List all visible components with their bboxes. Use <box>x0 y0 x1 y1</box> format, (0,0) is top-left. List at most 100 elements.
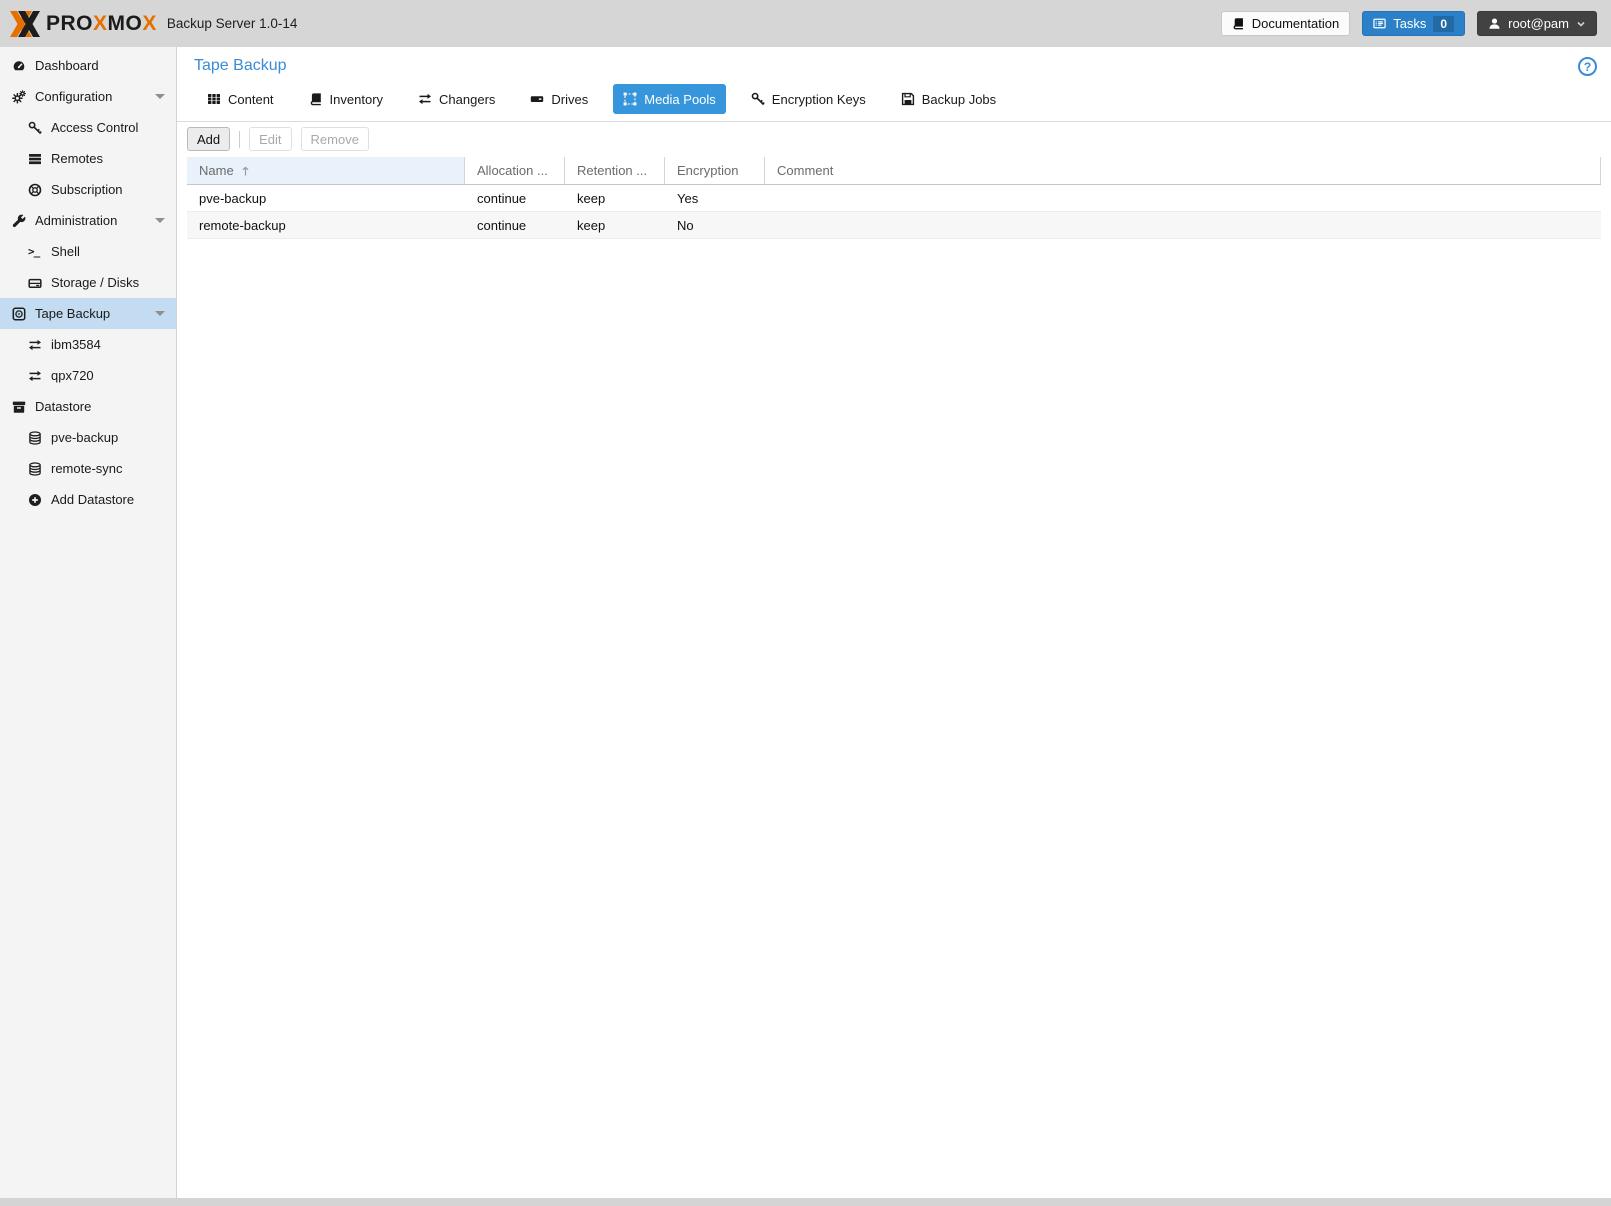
sidebar-item-subscription[interactable]: Subscription <box>0 174 176 205</box>
tape-backup-tabbar: Content Inventory Ch <box>177 80 1611 122</box>
collapse-caret-icon[interactable] <box>155 94 165 99</box>
sidebar-item-label: Administration <box>35 213 117 228</box>
add-button[interactable]: Add <box>187 127 230 151</box>
tab-changers[interactable]: Changers <box>408 84 505 114</box>
tab-media-pools[interactable]: Media Pools <box>613 84 726 114</box>
tab-encryption-keys[interactable]: Encryption Keys <box>741 84 876 114</box>
tasks-label: Tasks <box>1393 16 1426 31</box>
sidebar-item-label: Tape Backup <box>35 306 110 321</box>
key-icon <box>751 92 765 106</box>
column-header-retention[interactable]: Retention ... <box>565 157 665 184</box>
sidebar-item-label: Subscription <box>51 182 123 197</box>
proxmox-x-logo-icon <box>10 9 40 39</box>
sidebar-item-dashboard[interactable]: Dashboard <box>0 50 176 81</box>
product-title: Backup Server 1.0-14 <box>167 16 298 31</box>
edit-button[interactable]: Edit <box>249 127 291 151</box>
tape-icon <box>12 307 26 321</box>
top-header-bar: PROXMOX Backup Server 1.0-14 Documentati… <box>0 0 1611 47</box>
gauge-icon <box>12 59 26 73</box>
column-header-encryption[interactable]: Encryption <box>665 157 765 184</box>
exchange-arrows-icon <box>28 369 42 383</box>
archive-box-icon <box>12 400 26 414</box>
sort-ascending-icon <box>240 164 251 177</box>
sidebar-item-label: Dashboard <box>35 58 99 73</box>
proxmox-wordmark: PROXMOX <box>46 12 157 36</box>
toolbar-separator <box>239 131 240 148</box>
sidebar-item-storage-disks[interactable]: Storage / Disks <box>0 267 176 298</box>
book-icon <box>309 92 323 106</box>
wrench-icon <box>12 214 26 228</box>
collapse-caret-icon[interactable] <box>155 311 165 316</box>
table-row-remote-backup[interactable]: remote-backup continue keep No <box>187 212 1601 239</box>
column-header-comment[interactable]: Comment <box>765 157 1601 184</box>
proxmox-logo: PROXMOX <box>10 9 157 39</box>
sidebar-item-configuration[interactable]: Configuration <box>0 81 176 112</box>
page-title: Tape Backup <box>194 57 287 75</box>
user-menu-button[interactable]: root@pam <box>1477 11 1597 36</box>
save-floppy-icon <box>901 92 915 106</box>
media-pools-toolbar: Add Edit Remove <box>177 122 1611 157</box>
tab-label: Content <box>228 92 274 107</box>
table-header-row: Name Allocation ... Retention ... Encryp… <box>187 157 1601 185</box>
book-icon <box>1232 17 1245 30</box>
plus-circle-icon <box>28 493 42 507</box>
table-row-pve-backup[interactable]: pve-backup continue keep Yes <box>187 185 1601 212</box>
sidebar-item-pve-backup[interactable]: pve-backup <box>0 422 176 453</box>
terminal-icon: >_ <box>28 245 42 258</box>
database-icon <box>28 462 42 476</box>
sidebar-item-label: remote-sync <box>51 461 123 476</box>
documentation-label: Documentation <box>1252 16 1339 31</box>
sidebar-item-label: Configuration <box>35 89 112 104</box>
exchange-arrows-icon <box>418 92 432 106</box>
help-icon[interactable]: ? <box>1578 57 1597 76</box>
tab-drives[interactable]: Drives <box>520 84 598 114</box>
tab-content[interactable]: Content <box>197 84 284 114</box>
sidebar-item-label: Datastore <box>35 399 91 414</box>
cell-retention: keep <box>565 185 665 211</box>
tab-label: Inventory <box>330 92 383 107</box>
sidebar-item-tape-backup[interactable]: Tape Backup <box>0 298 176 329</box>
sidebar-item-shell[interactable]: >_ Shell <box>0 236 176 267</box>
sidebar-item-label: Shell <box>51 244 80 259</box>
cell-name: remote-backup <box>187 212 465 238</box>
sidebar-item-administration[interactable]: Administration <box>0 205 176 236</box>
sidebar-item-datastore[interactable]: Datastore <box>0 391 176 422</box>
tasks-button[interactable]: Tasks 0 <box>1362 11 1465 36</box>
tab-label: Encryption Keys <box>772 92 866 107</box>
sidebar-item-ibm3584[interactable]: ibm3584 <box>0 329 176 360</box>
documentation-button[interactable]: Documentation <box>1221 11 1350 36</box>
sidebar-item-remotes[interactable]: Remotes <box>0 143 176 174</box>
sidebar-item-remote-sync[interactable]: remote-sync <box>0 453 176 484</box>
content-header: Tape Backup ? <box>177 47 1611 80</box>
tab-label: Drives <box>551 92 588 107</box>
tab-inventory[interactable]: Inventory <box>299 84 393 114</box>
main-area: Dashboard Configuration Access Control <box>0 47 1611 1198</box>
content-panel: Tape Backup ? Content <box>177 47 1611 1198</box>
exchange-arrows-icon <box>28 338 42 352</box>
support-ring-icon <box>28 183 42 197</box>
database-icon <box>28 431 42 445</box>
sidebar-item-label: Access Control <box>51 120 138 135</box>
cell-comment <box>765 212 1601 238</box>
cell-allocation: continue <box>465 212 565 238</box>
collapse-caret-icon[interactable] <box>155 218 165 223</box>
tape-drive-icon <box>530 92 544 106</box>
sidebar-item-access-control[interactable]: Access Control <box>0 112 176 143</box>
tab-label: Media Pools <box>644 92 716 107</box>
cell-name: pve-backup <box>187 185 465 211</box>
user-icon <box>1488 17 1501 30</box>
chevron-down-icon <box>1576 19 1586 29</box>
sidebar-item-add-datastore[interactable]: Add Datastore <box>0 484 176 515</box>
grid-icon <box>207 92 221 106</box>
proxmox-backup-server-app: PROXMOX Backup Server 1.0-14 Documentati… <box>0 0 1611 1206</box>
column-header-allocation[interactable]: Allocation ... <box>465 157 565 184</box>
cell-encryption: Yes <box>665 185 765 211</box>
tab-backup-jobs[interactable]: Backup Jobs <box>891 84 1006 114</box>
column-header-name[interactable]: Name <box>187 157 465 184</box>
remove-button[interactable]: Remove <box>301 127 369 151</box>
topbar-actions: Documentation Tasks 0 root@pam <box>1221 11 1597 36</box>
cell-allocation: continue <box>465 185 565 211</box>
user-label: root@pam <box>1508 16 1569 31</box>
tab-label: Backup Jobs <box>922 92 996 107</box>
sidebar-item-qpx720[interactable]: qpx720 <box>0 360 176 391</box>
